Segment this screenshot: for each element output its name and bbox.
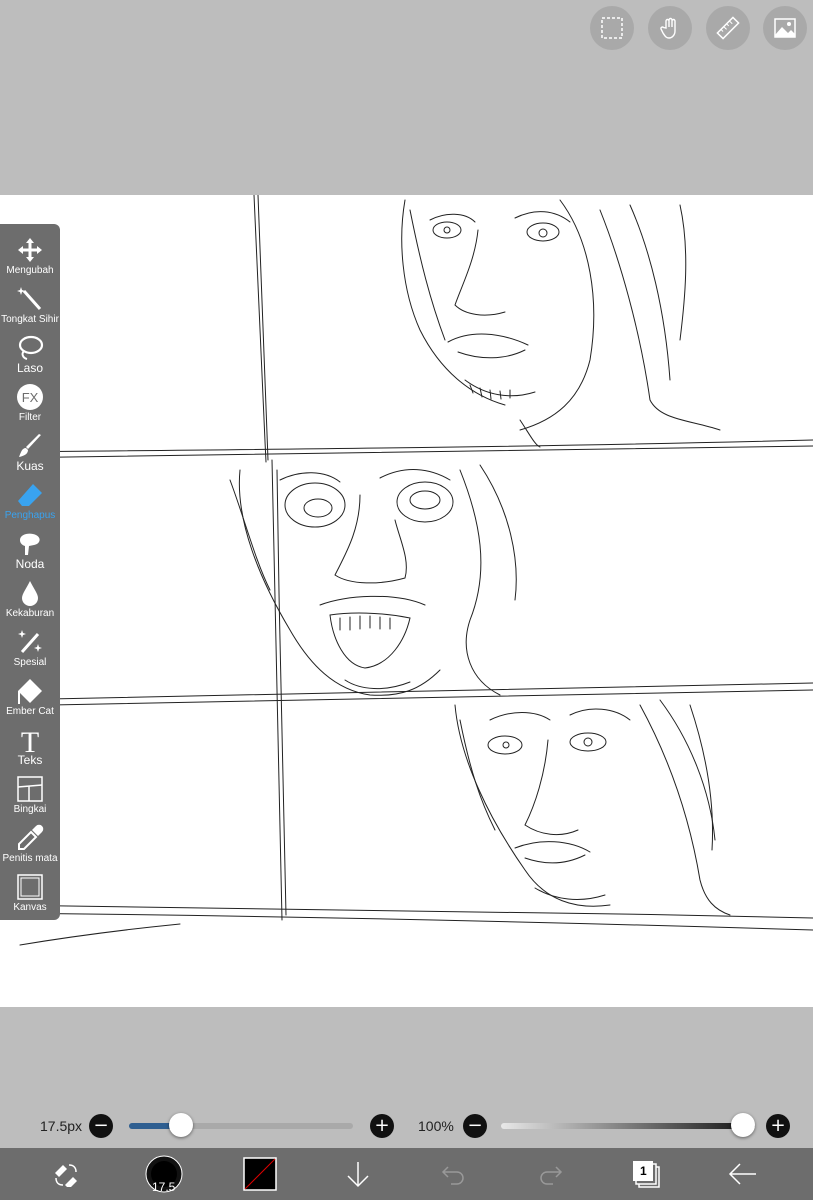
- tool-label: Tongkat Sihir: [1, 314, 59, 325]
- tool-paint-bucket[interactable]: Ember Cat: [0, 673, 60, 722]
- tool-blur[interactable]: Kekaburan: [0, 575, 60, 624]
- plus-icon: +: [770, 1115, 786, 1136]
- redo-icon: [540, 1166, 563, 1185]
- undo-button[interactable]: [434, 1154, 474, 1194]
- tool-special[interactable]: Spesial: [0, 624, 60, 673]
- tool-label: Kanvas: [13, 902, 47, 913]
- brush-size-decrease-button[interactable]: −: [89, 1114, 113, 1138]
- color-swatch-icon: [243, 1157, 277, 1191]
- opacity-thumb[interactable]: [731, 1113, 755, 1137]
- opacity-label: 100%: [418, 1118, 454, 1134]
- brush-icon: [19, 434, 41, 457]
- selection-icon: [601, 17, 623, 39]
- opacity-increase-button[interactable]: +: [766, 1114, 790, 1138]
- opacity-decrease-button[interactable]: −: [463, 1114, 487, 1138]
- tool-label: Kekaburan: [5, 608, 55, 619]
- smudge-icon: [20, 533, 40, 555]
- tool-label: Laso: [16, 361, 44, 375]
- tool-label: Bingkai: [13, 804, 47, 815]
- lasso-icon: [18, 335, 44, 360]
- magic-wand-icon: [17, 287, 42, 310]
- tool-canvas[interactable]: Kanvas: [0, 869, 60, 918]
- special-icon: [18, 630, 42, 653]
- brush-size-label: 17.5px: [40, 1118, 83, 1134]
- opacity-slider[interactable]: [501, 1123, 755, 1129]
- bottom-bar: 17.5 1: [0, 1148, 813, 1200]
- layer-count: 1: [640, 1164, 647, 1178]
- top-area: [0, 0, 813, 195]
- tool-swap-button[interactable]: [46, 1154, 86, 1194]
- back-arrow-icon: [728, 1163, 756, 1185]
- svg-text:T: T: [21, 726, 39, 754]
- tool-swap-icon: [55, 1164, 77, 1187]
- tool-smudge[interactable]: Noda: [0, 526, 60, 575]
- download-button[interactable]: [338, 1154, 378, 1194]
- tool-brush[interactable]: Kuas: [0, 428, 60, 477]
- tool-move[interactable]: Mengubah: [0, 232, 60, 281]
- tool-label: Ember Cat: [6, 706, 54, 717]
- tool-label: Filter: [18, 412, 42, 423]
- tool-eyedropper[interactable]: Penitis mata: [0, 820, 60, 869]
- eraser-icon: [18, 484, 42, 506]
- layers-button[interactable]: 1: [626, 1154, 666, 1194]
- image-icon: [774, 18, 796, 38]
- tool-label: Teks: [17, 753, 43, 767]
- canvas-icon: [17, 874, 43, 900]
- tool-label: Noda: [15, 557, 45, 571]
- blur-drop-icon: [22, 581, 38, 606]
- hand-button[interactable]: [648, 6, 692, 50]
- tool-label: Spesial: [13, 657, 47, 668]
- minus-icon: −: [93, 1115, 109, 1136]
- brush-size-slider[interactable]: [129, 1123, 353, 1129]
- brush-size-increase-button[interactable]: +: [370, 1114, 394, 1138]
- selection-button[interactable]: [590, 6, 634, 50]
- redo-button[interactable]: [530, 1154, 570, 1194]
- tool-label: Penghapus: [4, 510, 56, 521]
- tool-label: Mengubah: [6, 265, 54, 276]
- tool-palette: Mengubah Tongkat Sihir Laso FX Filter Ku…: [0, 224, 60, 920]
- color-swatch-button[interactable]: [240, 1154, 280, 1194]
- brush-size-preview-button[interactable]: 17.5: [144, 1154, 184, 1194]
- svg-text:FX: FX: [22, 390, 39, 405]
- move-icon: [18, 238, 42, 262]
- tool-frame[interactable]: Bingkai: [0, 771, 60, 820]
- tool-label: Penitis mata: [2, 853, 58, 864]
- tool-text[interactable]: T Teks: [0, 722, 60, 771]
- tool-lasso[interactable]: Laso: [0, 330, 60, 379]
- frame-icon: [17, 776, 43, 802]
- sketch-artwork: [0, 195, 813, 946]
- plus-icon: +: [374, 1115, 390, 1136]
- brush-size-thumb[interactable]: [168, 1113, 193, 1137]
- ruler-button[interactable]: [706, 6, 750, 50]
- undo-icon: [441, 1166, 464, 1185]
- eyedropper-icon: [18, 824, 44, 850]
- paint-bucket-icon: [18, 679, 42, 704]
- slider-row: 17.5px − + 100% − +: [0, 1108, 813, 1144]
- ruler-icon: [716, 16, 740, 40]
- tool-filter[interactable]: FX Filter: [0, 379, 60, 428]
- hand-icon: [660, 17, 676, 39]
- tool-eraser[interactable]: Penghapus: [0, 477, 60, 526]
- drawing-canvas[interactable]: [0, 195, 813, 1007]
- text-icon: T: [21, 726, 39, 754]
- minus-icon: −: [467, 1115, 483, 1136]
- download-icon: [347, 1162, 369, 1188]
- brush-preview-value: 17.5: [152, 1180, 176, 1194]
- image-button[interactable]: [763, 6, 807, 50]
- tool-label: Kuas: [16, 459, 44, 473]
- back-button[interactable]: [722, 1154, 762, 1194]
- fx-icon: FX: [17, 384, 43, 410]
- tool-magic-wand[interactable]: Tongkat Sihir: [0, 281, 60, 330]
